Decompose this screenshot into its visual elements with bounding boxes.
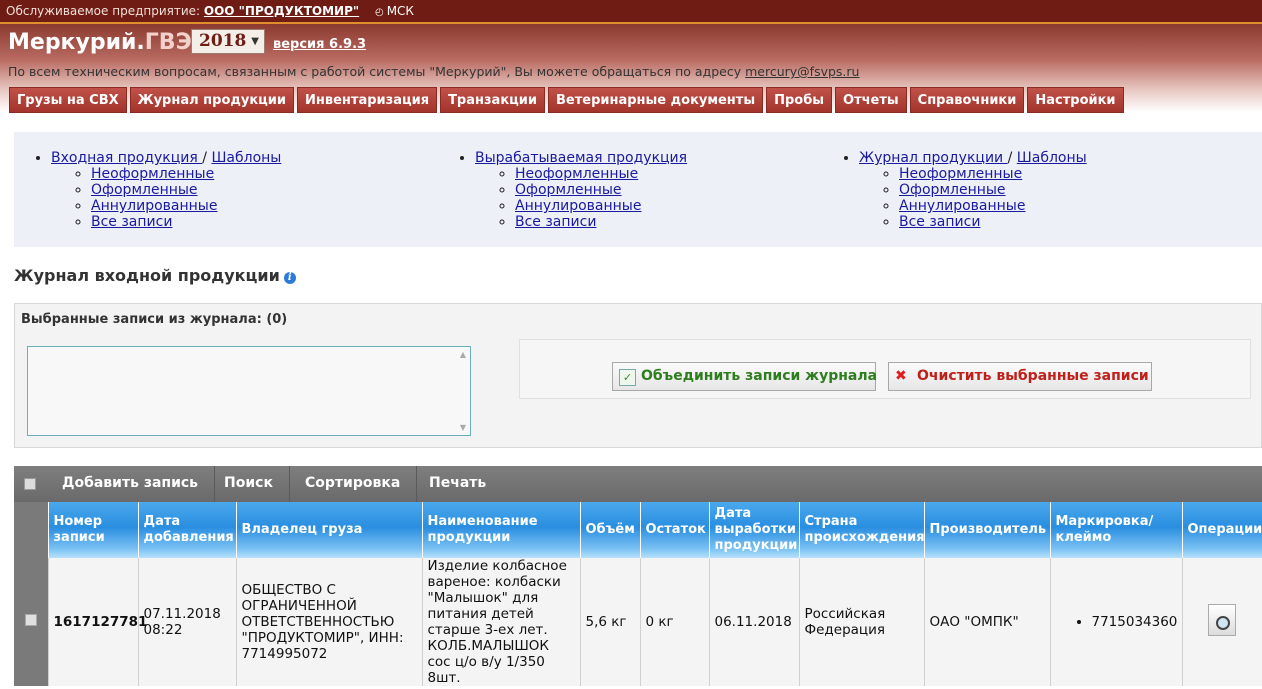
link-incoming-draft[interactable]: Неоформленные	[91, 166, 214, 182]
link-journal-all[interactable]: Все записи	[899, 214, 980, 230]
link-journal-issued[interactable]: Оформленные	[899, 182, 1006, 198]
journal-table: Номер записи Дата добавления Владелец гр…	[14, 502, 1262, 686]
col-header-owner[interactable]: Владелец груза	[236, 502, 423, 558]
link-journal-products[interactable]: Журнал продукции	[859, 150, 1008, 166]
clear-selected-label: Очистить выбранные записи	[917, 368, 1149, 384]
link-produced-draft[interactable]: Неоформленные	[515, 166, 638, 182]
row-checkbox[interactable]	[24, 614, 37, 626]
nav-item-transactions[interactable]: Транзакции	[440, 87, 545, 113]
link-produced-all[interactable]: Все записи	[515, 214, 596, 230]
top-bar: Обслуживаемое предприятие: ООО "ПРОДУКТО…	[0, 0, 1262, 24]
nav-item-settings[interactable]: Настройки	[1027, 87, 1124, 113]
logo-main: Меркурий.	[8, 30, 145, 55]
selected-records-list[interactable]: ▲ ▼	[27, 346, 471, 436]
col-header-date-added[interactable]: Дата добавления	[138, 502, 237, 558]
scroll-up-icon[interactable]: ▲	[460, 350, 466, 359]
col-header-number[interactable]: Номер записи	[48, 502, 139, 558]
nav-item-vet-documents[interactable]: Ветеринарные документы	[548, 87, 764, 113]
cell-owner: ОБЩЕСТВО С ОГРАНИЧЕННОЙ ОТВЕТСТВЕННОСТЬЮ…	[236, 558, 423, 686]
nav-item-reports[interactable]: Отчеты	[835, 87, 907, 113]
table-row: 1617127781 07.11.2018 08:22 ОБЩЕСТВО С О…	[14, 558, 1262, 686]
support-email-link[interactable]: mercury@fsvps.ru	[745, 64, 859, 79]
nav-item-inventory[interactable]: Инвентаризация	[297, 87, 438, 113]
nav-item-samples[interactable]: Пробы	[766, 87, 833, 113]
header: Меркурий.ГВЭ 2018 ▼ версия 6.9.3 По всем…	[0, 24, 1262, 113]
links-col-incoming: Входная продукция / Шаблоны Неоформленны…	[29, 150, 281, 230]
links-col-produced: Вырабатываемая продукция Неоформленные О…	[453, 150, 687, 230]
enterprise-label: Обслуживаемое предприятие:	[6, 4, 201, 18]
link-journal-cancelled[interactable]: Аннулированные	[899, 198, 1025, 214]
link-produced-cancelled[interactable]: Аннулированные	[515, 198, 641, 214]
support-message: По всем техническим вопросам, связанным …	[8, 64, 742, 79]
nav-item-cargo[interactable]: Грузы на СВХ	[9, 87, 127, 113]
link-journal-draft[interactable]: Неоформленные	[899, 166, 1022, 182]
year-select[interactable]: 2018 ▼	[191, 29, 265, 54]
col-header-volume[interactable]: Объём	[580, 502, 641, 558]
cell-marking: 7715034360	[1050, 558, 1183, 686]
links-panel: Входная продукция / Шаблоны Неоформленны…	[14, 132, 1262, 247]
merge-records-label: Объединить записи журнала	[641, 368, 878, 384]
link-journal-templates[interactable]: Шаблоны	[1017, 150, 1087, 166]
cell-producer: ОАО "ОМПК"	[924, 558, 1051, 686]
search-button[interactable]: Поиск	[208, 466, 290, 502]
sort-button[interactable]: Сортировка	[289, 466, 418, 502]
col-header-country[interactable]: Страна происхождения	[799, 502, 925, 558]
marking-item: 7715034360	[1092, 614, 1178, 630]
journal-selection-box: Выбранные записи из журнала: (0) ▲ ▼ ✓ О…	[14, 303, 1262, 448]
cell-production-date: 06.11.2018	[709, 558, 800, 686]
page-title-text: Журнал входной продукции	[14, 266, 280, 285]
links-col-journal: Журнал продукции / Шаблоны Неоформленные…	[837, 150, 1087, 230]
main-nav: Грузы на СВХ Журнал продукции Инвентариз…	[9, 87, 1124, 113]
cell-date-added: 07.11.2018 08:22	[138, 558, 237, 686]
link-produced-issued[interactable]: Оформленные	[515, 182, 622, 198]
cell-operations	[1182, 558, 1262, 686]
col-header-remainder[interactable]: Остаток	[640, 502, 710, 558]
cell-remainder: 0 кг	[640, 558, 710, 686]
header-checkbox-cell	[14, 502, 49, 558]
merge-records-button[interactable]: ✓ Объединить записи журнала	[612, 362, 878, 391]
dropdown-arrow-icon: ▼	[251, 36, 259, 47]
page-title: Журнал входной продукции i	[14, 266, 296, 285]
info-icon[interactable]: i	[283, 272, 296, 284]
journal-actions-panel: ✓ Объединить записи журнала ✖ Очистить в…	[519, 339, 1251, 399]
clear-icon: ✖	[895, 368, 907, 384]
col-header-production-date[interactable]: Дата выработки продукции	[709, 502, 800, 558]
cell-number: 1617127781	[48, 558, 147, 686]
col-header-marking[interactable]: Маркировка/ клеймо	[1050, 502, 1183, 558]
cell-country: Российская Федерация	[799, 558, 925, 686]
logo[interactable]: Меркурий.ГВЭ	[8, 30, 192, 55]
row-checkbox-cell	[14, 558, 49, 686]
link-produced-products[interactable]: Вырабатываемая продукция	[475, 150, 687, 166]
support-text: По всем техническим вопросам, связанным …	[8, 64, 859, 79]
add-record-button[interactable]: Добавить запись	[46, 466, 216, 502]
nav-item-references[interactable]: Справочники	[909, 87, 1025, 113]
clear-selected-button[interactable]: ✖ Очистить выбранные записи	[888, 362, 1152, 391]
scroll-down-icon[interactable]: ▼	[460, 423, 466, 432]
merge-icon: ✓	[619, 369, 636, 386]
enterprise-link[interactable]: ООО "ПРОДУКТОМИР"	[204, 4, 359, 18]
selected-records-label: Выбранные записи из журнала: (0)	[21, 312, 288, 327]
version-link[interactable]: версия 6.9.3	[273, 37, 366, 52]
nav-item-journal[interactable]: Журнал продукции	[129, 87, 295, 113]
year-value: 2018	[199, 31, 247, 51]
link-incoming-templates[interactable]: Шаблоны	[211, 150, 281, 166]
print-button[interactable]: Печать	[413, 466, 502, 502]
logo-suffix: ГВЭ	[144, 30, 192, 55]
col-header-operations: Операции	[1182, 502, 1262, 558]
link-incoming-all[interactable]: Все записи	[91, 214, 172, 230]
table-header-row: Номер записи Дата добавления Владелец гр…	[14, 502, 1262, 558]
cell-product: Изделие колбасное вареное: колбаски "Мал…	[422, 558, 581, 686]
table-toolbar: Добавить запись Поиск Сортировка Печать	[14, 466, 1262, 502]
cell-volume: 5,6 кг	[580, 558, 641, 686]
col-header-product[interactable]: Наименование продукции	[422, 502, 581, 558]
timezone-clock: МСК	[375, 4, 414, 18]
col-header-producer[interactable]: Производитель	[924, 502, 1051, 558]
link-incoming-issued[interactable]: Оформленные	[91, 182, 198, 198]
view-document-icon[interactable]	[1208, 604, 1236, 636]
link-incoming-products[interactable]: Входная продукция	[51, 150, 202, 166]
select-all-checkbox[interactable]	[24, 478, 36, 490]
link-incoming-cancelled[interactable]: Аннулированные	[91, 198, 217, 214]
